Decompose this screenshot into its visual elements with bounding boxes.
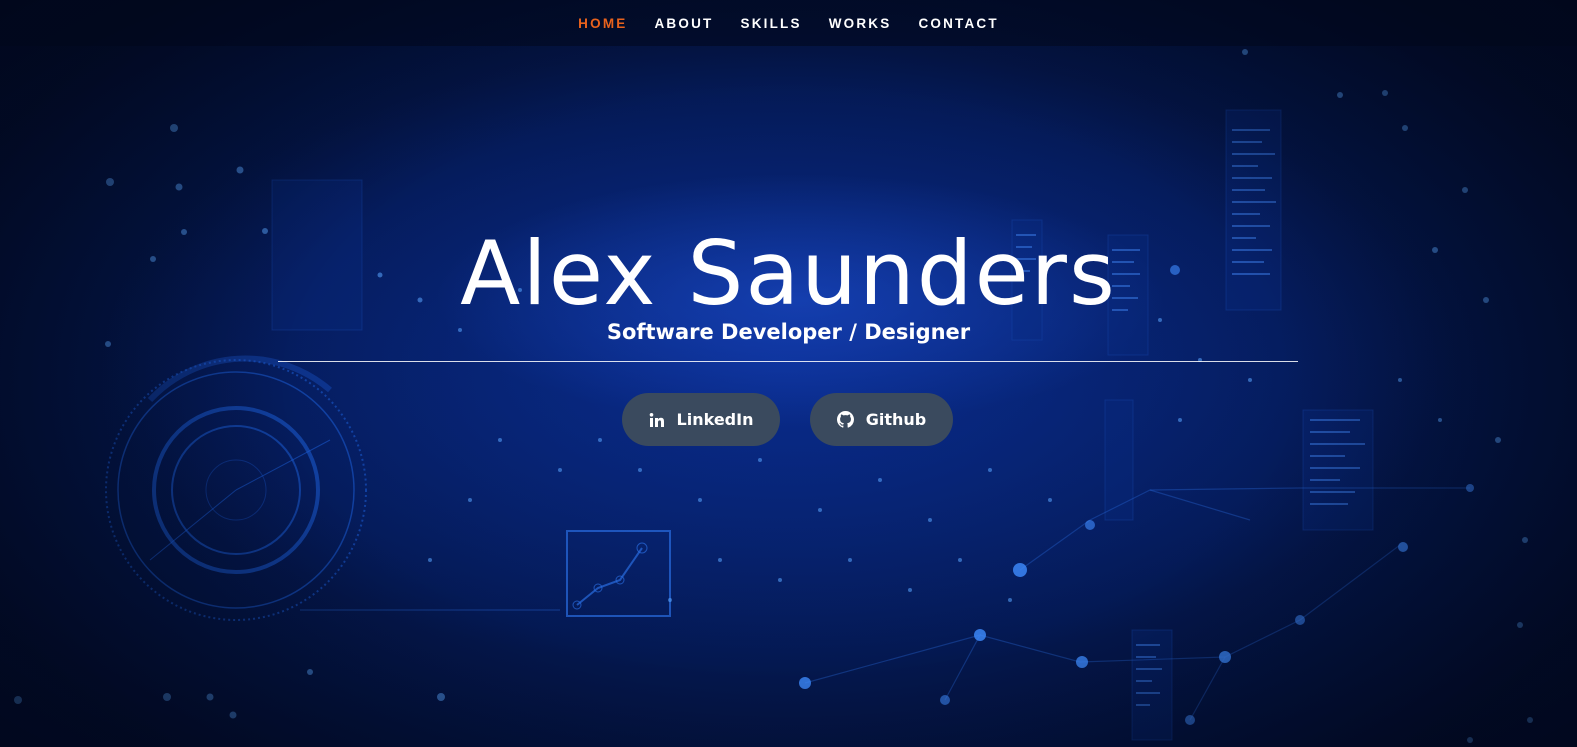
hero-name: Alex Saunders [460, 222, 1117, 325]
linkedin-icon [649, 412, 665, 428]
top-navbar: HOME ABOUT SKILLS WORKS CONTACT [0, 0, 1577, 46]
tech-background-art [14, 49, 1533, 743]
github-icon [836, 411, 854, 428]
linkedin-label: LinkedIn [676, 410, 754, 429]
nav-skills[interactable]: SKILLS [740, 16, 801, 31]
hero-section [0, 0, 1577, 747]
nav-works[interactable]: WORKS [829, 16, 892, 31]
github-label: Github [865, 410, 927, 429]
linkedin-button[interactable]: LinkedIn [622, 393, 780, 446]
hero-divider [278, 361, 1298, 362]
nav-home[interactable]: HOME [578, 16, 627, 31]
nav-about[interactable]: ABOUT [654, 16, 713, 31]
github-button[interactable]: Github [810, 393, 953, 446]
hero-tagline: Software Developer / Designer [606, 320, 971, 344]
nav-contact[interactable]: CONTACT [918, 16, 998, 31]
